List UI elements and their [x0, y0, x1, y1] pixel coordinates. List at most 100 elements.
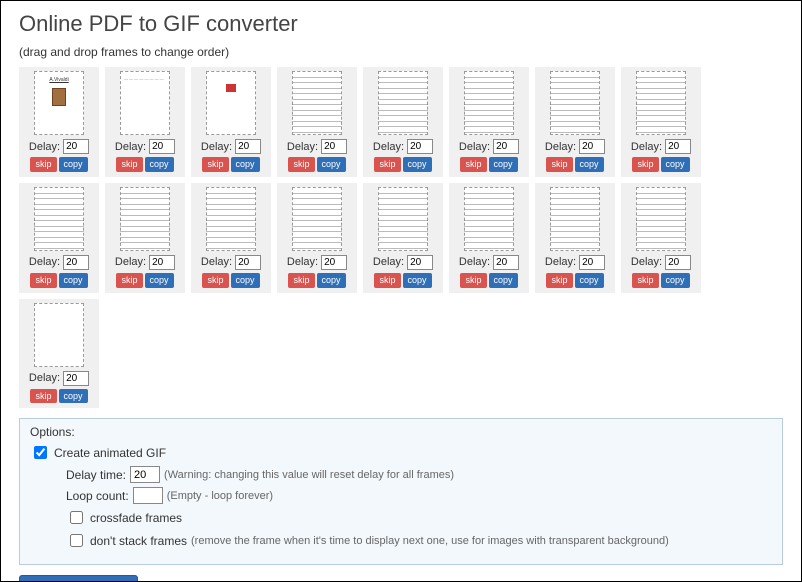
- copy-button[interactable]: copy: [661, 157, 690, 172]
- frame-thumbnail[interactable]: [34, 187, 84, 251]
- frame-delay-row: Delay:: [625, 139, 697, 154]
- frame-delay-input[interactable]: [63, 371, 89, 386]
- skip-button[interactable]: skip: [288, 157, 314, 172]
- skip-button[interactable]: skip: [632, 273, 658, 288]
- dont-stack-label[interactable]: don't stack frames: [90, 534, 187, 548]
- skip-button[interactable]: skip: [374, 273, 400, 288]
- frame-thumbnail[interactable]: [464, 187, 514, 251]
- skip-button[interactable]: skip: [30, 389, 56, 404]
- skip-button[interactable]: skip: [202, 157, 228, 172]
- copy-button[interactable]: copy: [59, 157, 88, 172]
- frame-card[interactable]: Delay:skipcopy: [191, 183, 271, 293]
- frame-card[interactable]: Delay:skipcopy: [277, 183, 357, 293]
- frame-thumbnail[interactable]: A.Vivaldi: [34, 71, 84, 135]
- copy-button[interactable]: copy: [575, 273, 604, 288]
- frame-delay-input[interactable]: [665, 255, 691, 270]
- frame-thumbnail[interactable]: [120, 187, 170, 251]
- frame-thumbnail[interactable]: [206, 187, 256, 251]
- copy-button[interactable]: copy: [231, 273, 260, 288]
- frame-card[interactable]: — — — — — — — — Delay: skipcopy: [105, 67, 185, 177]
- frame-card[interactable]: Delay:skipcopy: [105, 183, 185, 293]
- crossfade-label[interactable]: crossfade frames: [90, 511, 182, 525]
- frame-delay-input[interactable]: [407, 255, 433, 270]
- frame-card[interactable]: Delay:skipcopy: [19, 299, 99, 409]
- frame-thumbnail[interactable]: [292, 71, 342, 135]
- frame-thumbnail[interactable]: [636, 187, 686, 251]
- copy-button[interactable]: copy: [575, 157, 604, 172]
- copy-button[interactable]: copy: [661, 273, 690, 288]
- copy-button[interactable]: copy: [489, 157, 518, 172]
- skip-button[interactable]: skip: [116, 157, 142, 172]
- frame-thumbnail[interactable]: [464, 71, 514, 135]
- frame-delay-input[interactable]: [665, 139, 691, 154]
- frame-card[interactable]: Delay:skipcopy: [363, 67, 443, 177]
- crossfade-checkbox[interactable]: [70, 511, 83, 524]
- loop-count-input[interactable]: [133, 487, 163, 504]
- dont-stack-checkbox[interactable]: [70, 534, 83, 547]
- delay-time-input[interactable]: [130, 466, 160, 483]
- copy-button[interactable]: copy: [59, 273, 88, 288]
- copy-button[interactable]: copy: [317, 157, 346, 172]
- frame-card[interactable]: Delay:skipcopy: [277, 67, 357, 177]
- frame-delay-input[interactable]: [493, 139, 519, 154]
- skip-button[interactable]: skip: [460, 157, 486, 172]
- copy-button[interactable]: copy: [403, 273, 432, 288]
- frame-delay-label: Delay:: [115, 141, 146, 153]
- skip-button[interactable]: skip: [546, 273, 572, 288]
- frame-card[interactable]: Delay:skipcopy: [191, 67, 271, 177]
- frame-thumbnail[interactable]: [636, 71, 686, 135]
- frame-delay-input[interactable]: [579, 255, 605, 270]
- frame-delay-input[interactable]: [235, 139, 261, 154]
- skip-button[interactable]: skip: [374, 157, 400, 172]
- frame-delay-input[interactable]: [63, 255, 89, 270]
- skip-button[interactable]: skip: [116, 273, 142, 288]
- frame-card[interactable]: Delay:skipcopy: [535, 67, 615, 177]
- skip-button[interactable]: skip: [202, 273, 228, 288]
- skip-button[interactable]: skip: [460, 273, 486, 288]
- frame-thumbnail[interactable]: [550, 187, 600, 251]
- skip-button[interactable]: skip: [546, 157, 572, 172]
- frame-thumbnail[interactable]: [292, 187, 342, 251]
- frame-thumbnail[interactable]: [378, 71, 428, 135]
- create-gif-checkbox[interactable]: [34, 446, 47, 459]
- copy-button[interactable]: copy: [317, 273, 346, 288]
- frame-delay-input[interactable]: [63, 139, 89, 154]
- frame-thumbnail[interactable]: [378, 187, 428, 251]
- frame-card[interactable]: A.VivaldiDelay:skipcopy: [19, 67, 99, 177]
- frame-delay-label: Delay:: [373, 256, 404, 268]
- frame-delay-input[interactable]: [149, 139, 175, 154]
- skip-button[interactable]: skip: [632, 157, 658, 172]
- copy-button[interactable]: copy: [231, 157, 260, 172]
- frame-delay-input[interactable]: [579, 139, 605, 154]
- copy-button[interactable]: copy: [59, 389, 88, 404]
- frame-card[interactable]: Delay:skipcopy: [621, 183, 701, 293]
- frame-thumbnail[interactable]: [206, 71, 256, 135]
- frame-card[interactable]: Delay: skipcopy: [363, 183, 443, 293]
- frame-card[interactable]: Delay:skipcopy: [449, 67, 529, 177]
- copy-button[interactable]: copy: [145, 273, 174, 288]
- convert-button[interactable]: Convert to GIF!: [19, 575, 138, 582]
- frame-thumbnail[interactable]: [34, 303, 84, 367]
- frame-delay-input[interactable]: [321, 139, 347, 154]
- copy-button[interactable]: copy: [489, 273, 518, 288]
- frame-card[interactable]: Delay:skipcopy: [535, 183, 615, 293]
- frame-card[interactable]: Delay: skipcopy: [621, 67, 701, 177]
- copy-button[interactable]: copy: [145, 157, 174, 172]
- frame-delay-input[interactable]: [321, 255, 347, 270]
- frame-delay-input[interactable]: [407, 139, 433, 154]
- frame-thumbnail[interactable]: [550, 71, 600, 135]
- skip-button[interactable]: skip: [288, 273, 314, 288]
- frame-card[interactable]: Delay: skipcopy: [449, 183, 529, 293]
- skip-button[interactable]: skip: [30, 273, 56, 288]
- skip-button[interactable]: skip: [30, 157, 56, 172]
- frame-delay-input[interactable]: [235, 255, 261, 270]
- delay-time-row: Delay time: (Warning: changing this valu…: [66, 466, 772, 483]
- frame-delay-label: Delay:: [459, 256, 490, 268]
- frame-card[interactable]: Delay:skipcopy: [19, 183, 99, 293]
- create-gif-label[interactable]: Create animated GIF: [54, 446, 166, 460]
- frame-delay-input[interactable]: [149, 255, 175, 270]
- frame-delay-input[interactable]: [493, 255, 519, 270]
- loop-count-label: Loop count:: [66, 489, 129, 503]
- frame-thumbnail[interactable]: — — — — — — — —: [120, 71, 170, 135]
- copy-button[interactable]: copy: [403, 157, 432, 172]
